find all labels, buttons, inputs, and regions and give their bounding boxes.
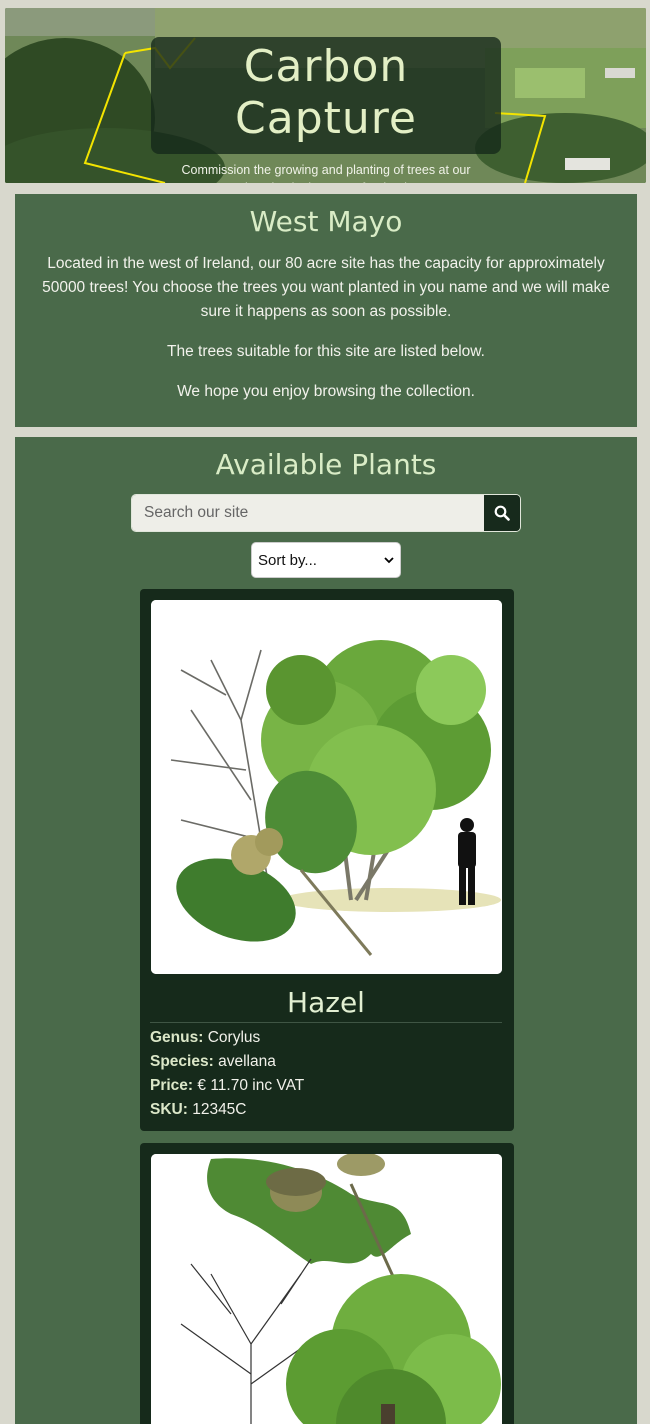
intro-heading: West Mayo bbox=[249, 205, 403, 238]
hero-banner: Carbon Capture Commission the growing an… bbox=[5, 8, 646, 183]
plant-name: Hazel bbox=[150, 983, 502, 1023]
search-input[interactable] bbox=[132, 495, 484, 531]
species-label: Species: bbox=[150, 1053, 214, 1070]
chevron-down-icon bbox=[384, 557, 394, 564]
plants-heading: Available Plants bbox=[215, 448, 437, 481]
sku-label: SKU: bbox=[150, 1101, 188, 1118]
intro-section: West Mayo Located in the west of Ireland… bbox=[15, 194, 637, 427]
page: Carbon Capture Commission the growing an… bbox=[0, 0, 650, 1424]
intro-paragraph: We hope you enjoy browsing the collectio… bbox=[177, 383, 475, 400]
price-value: € 11.70 inc VAT bbox=[197, 1077, 305, 1094]
search-bar bbox=[131, 494, 521, 532]
search-icon bbox=[494, 505, 510, 521]
plant-card[interactable] bbox=[140, 1143, 514, 1424]
hero-overlay: Carbon Capture Commission the growing an… bbox=[151, 37, 501, 183]
genus-value: Corylus bbox=[207, 1029, 261, 1046]
plant-image bbox=[151, 600, 502, 974]
plants-section: Available Plants Sort by... bbox=[15, 437, 637, 1424]
intro-paragraph: The trees suitable for this site are lis… bbox=[167, 343, 485, 360]
site-subtitle: Commission the growing and planting of t… bbox=[181, 163, 471, 183]
oak-illustration bbox=[151, 1154, 502, 1424]
sort-select[interactable]: Sort by... bbox=[251, 542, 401, 578]
intro-paragraph: Located in the west of Ireland, our 80 a… bbox=[42, 255, 610, 320]
price-label: Price: bbox=[150, 1077, 194, 1094]
genus-label: Genus: bbox=[150, 1029, 204, 1046]
species-row: Species: avellana bbox=[150, 1050, 502, 1074]
sku-value: 12345C bbox=[192, 1101, 247, 1118]
genus-row: Genus: Corylus bbox=[150, 1026, 502, 1050]
hazel-illustration bbox=[151, 600, 502, 974]
plant-card[interactable]: Hazel Genus: Corylus Species: avellana P… bbox=[140, 589, 514, 1131]
price-row: Price: € 11.70 inc VAT bbox=[150, 1074, 502, 1098]
search-button[interactable] bbox=[484, 495, 520, 531]
plant-image bbox=[151, 1154, 502, 1424]
site-title: Carbon Capture bbox=[235, 41, 417, 144]
plant-details: Genus: Corylus Species: avellana Price: … bbox=[150, 1026, 502, 1122]
species-value: avellana bbox=[218, 1053, 276, 1070]
sort-selected-value: Sort by... bbox=[258, 551, 317, 569]
sku-row: SKU: 12345C bbox=[150, 1098, 502, 1122]
